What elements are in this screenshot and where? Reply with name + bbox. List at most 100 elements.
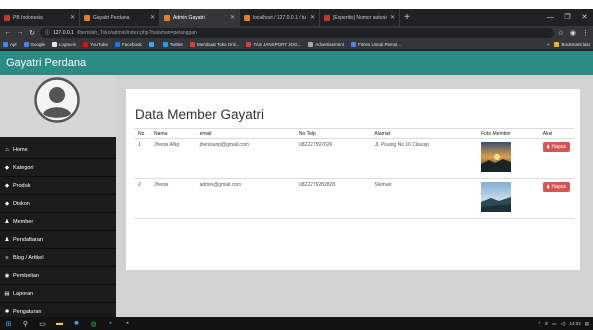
tab-title: [Expertiis] Nomor autoriasi yu — [333, 14, 387, 21]
bookmark-item[interactable]: Google — [23, 41, 45, 47]
app-icon[interactable]: ▪ — [123, 320, 132, 327]
bookmark-favicon-icon — [162, 41, 168, 47]
system-tray: ^ ≋ ▭ ◁) 14:02 ▤ — [538, 321, 589, 327]
sidebar-item-kategori[interactable]: ◆ Kategori — [0, 159, 116, 177]
cell-photo — [477, 178, 539, 219]
cell-photo — [477, 138, 539, 179]
bookmark-label: Facebook — [121, 41, 142, 47]
delete-button[interactable]: ▮ Hapus — [542, 142, 570, 152]
file-explorer-icon[interactable]: ▬ — [55, 320, 64, 327]
word-icon[interactable]: ▪ — [106, 320, 115, 327]
table-row: 2 Jhenis admin@gmail.com 0822276282828 Slema… — [134, 178, 574, 219]
bookmark-label: Twitter — [169, 41, 184, 47]
sidebar-item-label: Member — [13, 218, 34, 225]
bookmark-item[interactable]: Apl — [3, 41, 17, 47]
bookmark-item[interactable]: Advertisement — [308, 41, 344, 47]
bookmark-label: Fitnes Untuk Pemul... — [357, 41, 402, 47]
bookmark-favicon-icon — [23, 41, 29, 47]
sidebar-item-label: Pembelian — [13, 272, 39, 279]
sidebar-item-diskon[interactable]: ◆ Diskon — [0, 195, 116, 213]
column-header: Alamat — [370, 128, 478, 139]
notification-icon[interactable]: ▤ — [585, 321, 589, 327]
close-window-icon[interactable]: ✕ — [576, 9, 593, 26]
browser-tab[interactable]: PB Indonesia ✕ — [0, 9, 80, 26]
print-icon: ▤ — [4, 290, 10, 297]
menu-icon[interactable]: ⋮ — [582, 29, 589, 37]
network-icon[interactable]: ≋ — [544, 321, 548, 327]
bookmark-item[interactable] — [148, 41, 156, 47]
browser-tab[interactable]: [Expertiis] Nomor autoriasi yu✕ — [320, 9, 400, 26]
cell-aksi: ▮ Hapus — [538, 178, 574, 219]
sidebar-item-pendaftaran[interactable]: ♟ Pendaftaran — [0, 231, 116, 249]
cell-email: jhenisanp@gmail.com — [195, 138, 295, 179]
sidebar-item-label: Pendaftaran — [13, 236, 43, 243]
delete-button[interactable]: ▮ Hapus — [542, 182, 570, 192]
clock[interactable]: 14:02 — [569, 321, 580, 326]
browser-tab[interactable]: Gayatri Perdana ✕ — [80, 9, 160, 26]
back-icon[interactable]: ← — [4, 29, 12, 36]
sidebar-item-member[interactable]: ♟ Member — [0, 213, 116, 231]
top-navbar: Gayatri Perdana — [0, 51, 593, 75]
sidebar-item-label: Diskon — [13, 200, 30, 207]
bookmark-item[interactable]: Membuat Toko Onli... — [190, 41, 239, 47]
forward-icon[interactable]: → — [16, 29, 24, 36]
store-icon[interactable]: ■ — [72, 320, 81, 327]
tab-title: localhost / 127.0.0.1 / tu / peri — [253, 14, 307, 21]
close-tab-icon[interactable]: ✕ — [230, 14, 235, 21]
minimize-icon[interactable]: — — [542, 9, 559, 26]
delete-label: Hapus — [551, 184, 566, 190]
browser-tab[interactable]: localhost / 127.0.0.1 / tu / peri✕ — [240, 9, 320, 26]
cell-telp: 082227597626 — [294, 138, 371, 179]
sidebar-item-home[interactable]: ⌂ Home — [0, 141, 116, 159]
browser-tab[interactable]: Admin Gayatri ✕ — [160, 9, 240, 26]
windows-start-icon[interactable]: ⊞ — [4, 320, 13, 328]
reload-icon[interactable]: ↻ — [28, 29, 36, 37]
tab-title: PB Indonesia — [13, 14, 43, 21]
bookmark-label: Logmein — [59, 41, 77, 47]
bookmark-item[interactable]: Logmein — [52, 41, 77, 47]
tray-arrow-icon[interactable]: ^ — [538, 321, 540, 326]
close-tab-icon[interactable]: ✕ — [390, 14, 395, 21]
browser-tab-bar: PB Indonesia ✕ Gayatri Perdana ✕ Admin Gayat… — [0, 9, 593, 26]
close-tab-icon[interactable]: ✕ — [70, 14, 75, 21]
sidebar-menu: ⌂ Home ◆ Kategori ◆ Produk ◆ Diskon ♟ Member ♟ Pend… — [0, 141, 116, 317]
favicon-icon — [164, 14, 170, 21]
close-tab-icon[interactable]: ✕ — [150, 14, 155, 21]
more-bookmarks-icon[interactable]: » — [547, 42, 550, 47]
bookmark-item[interactable]: Fitnes Untuk Pemul... — [350, 41, 402, 47]
bookmark-item[interactable]: Facebook — [114, 41, 142, 47]
url-path: /lbernilah_Toko/admin/index.php?halaman=… — [76, 29, 197, 36]
profile-icon[interactable]: ◉ — [570, 29, 576, 37]
chrome-icon[interactable]: ◍ — [89, 320, 98, 328]
task-view-icon[interactable]: ▭ — [38, 320, 47, 328]
other-bookmarks[interactable]: Bookmark lain — [554, 41, 590, 47]
url-input[interactable]: ⓘ 127.0.0.1/lbernilah_Toko/admin/index.p… — [40, 27, 554, 38]
page-title: Data Member Gayatri — [135, 107, 265, 122]
star-icon[interactable]: ☆ — [558, 29, 564, 37]
new-tab-button[interactable]: + — [400, 9, 414, 26]
sidebar-item-label: Blog / Artikel — [13, 254, 44, 261]
sidebar-item-produk[interactable]: ◆ Produk — [0, 177, 116, 195]
tag-icon: ◆ — [4, 164, 10, 171]
favicon-icon — [324, 14, 330, 21]
bookmark-item[interactable]: Twitter — [162, 41, 184, 47]
brand-title[interactable]: Gayatri Perdana — [6, 57, 86, 69]
user-avatar-icon — [34, 77, 80, 123]
bookmark-label: Advertisement — [315, 41, 344, 47]
member-table: No Nama email No Telp Alamat Foto Member Aksi … — [134, 128, 574, 219]
battery-icon[interactable]: ▭ — [552, 321, 556, 327]
bookmark-item[interactable]: TAS JANSPORT JOG... — [246, 41, 301, 47]
volume-icon[interactable]: ◁) — [561, 321, 566, 327]
sidebar-item-pembelian[interactable]: ◉ Pembelian — [0, 267, 116, 285]
sidebar-item-pengaturan[interactable]: ✱ Pengaturan — [0, 303, 116, 317]
sidebar-item-laporan[interactable]: ▤ Laporan — [0, 285, 116, 303]
column-header: Foto Member — [477, 128, 539, 139]
maximize-icon[interactable]: ❐ — [559, 9, 576, 26]
delete-label: Hapus — [551, 144, 566, 150]
bookmark-favicon-icon — [246, 41, 252, 47]
sidebar-item-blog-artikel[interactable]: ≡ Blog / Artikel — [0, 249, 116, 267]
search-icon[interactable]: ⚲ — [21, 320, 30, 328]
column-header: Nama — [149, 128, 196, 139]
close-tab-icon[interactable]: ✕ — [310, 14, 315, 21]
bookmark-item[interactable]: YouTube — [83, 41, 108, 47]
